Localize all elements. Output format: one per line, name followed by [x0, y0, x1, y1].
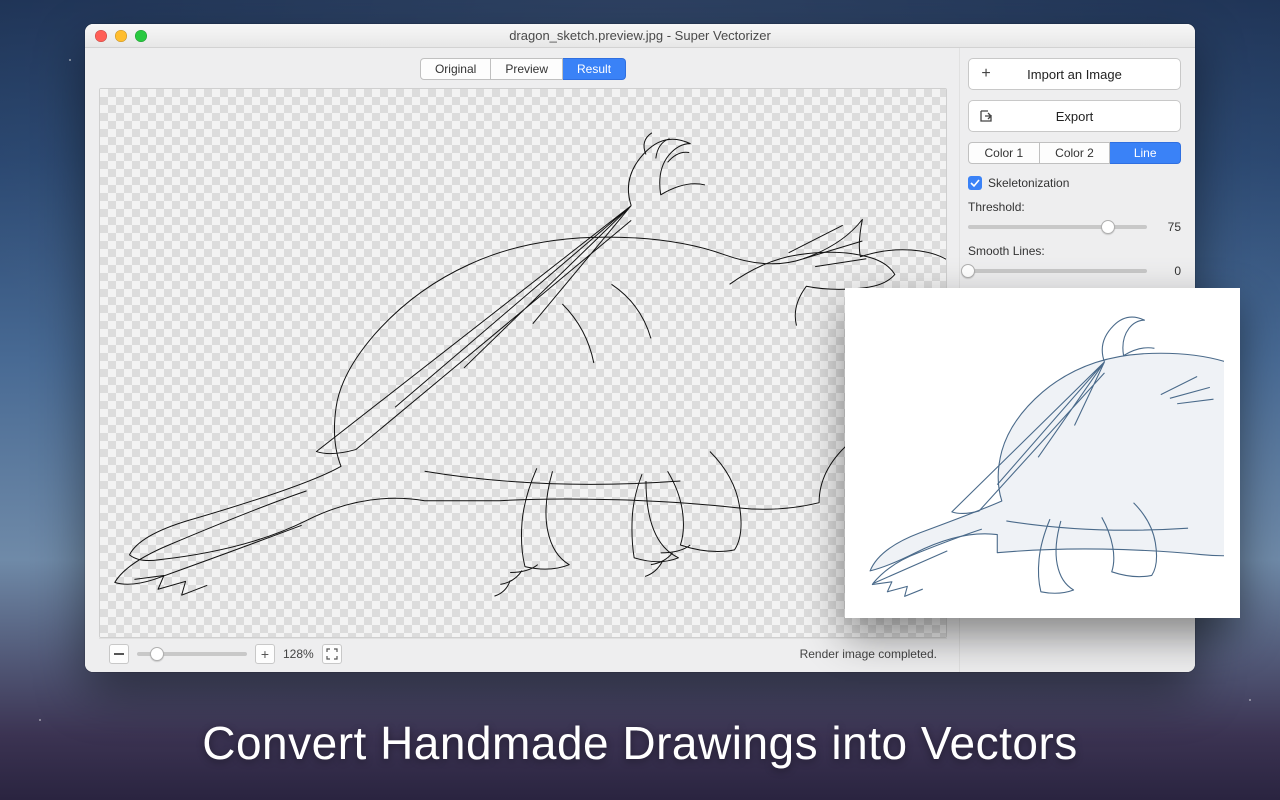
- skeletonization-checkbox[interactable]: Skeletonization: [968, 176, 1181, 190]
- window-title: dragon_sketch.preview.jpg - Super Vector…: [85, 28, 1195, 43]
- tab-result[interactable]: Result: [563, 58, 626, 80]
- plus-icon: +: [261, 647, 269, 661]
- tab-original[interactable]: Original: [420, 58, 491, 80]
- fit-to-screen-button[interactable]: [322, 644, 342, 664]
- vector-result-artwork: [100, 89, 946, 637]
- export-button-label: Export: [997, 109, 1180, 124]
- canvas[interactable]: [99, 88, 947, 638]
- import-button[interactable]: + Import an Image: [968, 58, 1181, 90]
- minus-icon: [114, 653, 124, 655]
- smooth-value: 0: [1157, 264, 1181, 278]
- threshold-slider[interactable]: [968, 225, 1147, 229]
- skeletonization-label: Skeletonization: [988, 176, 1069, 190]
- zoom-out-button[interactable]: [109, 644, 129, 664]
- smooth-slider[interactable]: [968, 269, 1147, 273]
- original-sketch-preview: [845, 288, 1240, 618]
- zoom-slider[interactable]: [137, 652, 247, 656]
- status-text: Render image completed.: [800, 647, 937, 661]
- mode-tabs: Color 1 Color 2 Line: [968, 142, 1181, 164]
- zoom-in-button[interactable]: +: [255, 644, 275, 664]
- zoom-slider-knob[interactable]: [150, 647, 164, 661]
- threshold-value: 75: [1157, 220, 1181, 234]
- main-panel: Original Preview Result: [85, 48, 959, 672]
- smooth-label: Smooth Lines:: [968, 244, 1181, 258]
- mode-line[interactable]: Line: [1110, 142, 1181, 164]
- smooth-knob[interactable]: [961, 264, 975, 278]
- export-icon: [979, 109, 993, 123]
- fit-icon: [326, 648, 338, 660]
- zoom-value: 128%: [283, 647, 314, 661]
- tab-preview[interactable]: Preview: [491, 58, 563, 80]
- threshold-label: Threshold:: [968, 200, 1181, 214]
- export-button[interactable]: Export: [968, 100, 1181, 132]
- threshold-row: Threshold: 75: [968, 200, 1181, 234]
- plus-icon: +: [979, 67, 993, 81]
- view-tabs: Original Preview Result: [99, 58, 947, 80]
- import-button-label: Import an Image: [997, 67, 1180, 82]
- titlebar: dragon_sketch.preview.jpg - Super Vector…: [85, 24, 1195, 48]
- mode-color2[interactable]: Color 2: [1040, 142, 1111, 164]
- marketing-tagline: Convert Handmade Drawings into Vectors: [0, 716, 1280, 770]
- threshold-knob[interactable]: [1101, 220, 1115, 234]
- bottom-toolbar: + 128% Render image completed.: [99, 638, 947, 668]
- mode-color1[interactable]: Color 1: [968, 142, 1040, 164]
- checkbox-icon: [968, 176, 982, 190]
- smooth-row: Smooth Lines: 0: [968, 244, 1181, 278]
